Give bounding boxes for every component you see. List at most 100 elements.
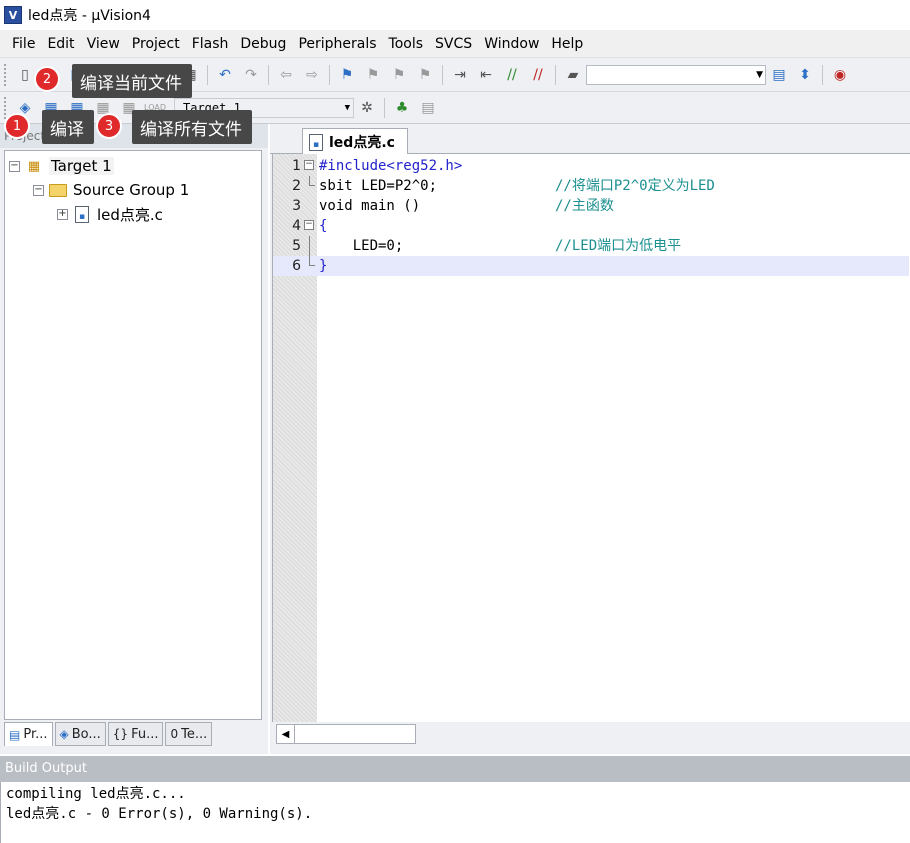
unindent-icon[interactable]: ⇤ <box>475 64 497 86</box>
fold-marker[interactable]: − <box>303 156 315 176</box>
tab-books[interactable]: ◈ Bo... <box>54 722 106 746</box>
toolbar-separator <box>329 64 330 85</box>
redo-icon[interactable]: ↷ <box>240 64 262 86</box>
project-panel: Project − ▦ Target 1 − Source Group 1 + … <box>0 124 268 754</box>
toolbar-grip[interactable] <box>4 63 8 86</box>
annotation-badge-2: 2 <box>34 66 60 92</box>
toolbar-separator <box>822 64 823 85</box>
code-comment: //LED端口为低电平 <box>555 238 682 254</box>
scroll-left-icon[interactable]: ◀ <box>277 725 295 743</box>
toolbar-separator <box>268 64 269 85</box>
select-packet-icon[interactable]: ▤ <box>417 97 439 119</box>
toolbar-separator <box>207 64 208 85</box>
tree-item-file[interactable]: + ▪ led点亮.c <box>57 203 163 225</box>
find-combo[interactable]: ▼ <box>586 64 766 85</box>
templates-tab-icon: 0 <box>170 727 179 741</box>
menu-edit[interactable]: Edit <box>41 30 80 58</box>
incremental-find-icon[interactable]: ⬍ <box>794 64 816 86</box>
menu-project[interactable]: Project <box>126 30 186 58</box>
window-title: led点亮 - μVision4 <box>28 8 151 24</box>
fold-marker[interactable]: − <box>303 216 315 236</box>
collapse-icon[interactable]: − <box>33 184 44 196</box>
fold-marker <box>303 196 315 216</box>
editor-area: ▪ led点亮.c 1 − #include<reg52.h> 2 sbit L… <box>270 124 910 754</box>
toolbar-grip[interactable] <box>4 96 8 119</box>
line-number: 5 <box>292 238 301 254</box>
fold-marker <box>303 236 315 256</box>
code-text: #include<reg52.h> <box>319 158 463 174</box>
menu-window[interactable]: Window <box>478 30 545 58</box>
project-panel-tabs: ▤ Pr... ◈ Bo... {} Fu... 0 Te... <box>0 722 268 748</box>
next-bookmark-icon[interactable]: ⚑ <box>388 64 410 86</box>
uncomment-icon[interactable]: // <box>527 64 549 86</box>
navigate-back-icon[interactable]: ⇦ <box>275 64 297 86</box>
clear-bookmarks-icon[interactable]: ⚑ <box>414 64 436 86</box>
code-text: } <box>319 258 328 274</box>
fold-marker <box>303 176 315 196</box>
code-line[interactable]: 1 − #include<reg52.h> <box>273 156 909 176</box>
tab-project-label: Pr... <box>23 727 48 742</box>
indent-icon[interactable]: ⇥ <box>449 64 471 86</box>
code-editor[interactable]: 1 − #include<reg52.h> 2 sbit LED=P2^0; //… <box>272 154 910 722</box>
c-file-icon: ▪ <box>309 133 323 151</box>
prev-bookmark-icon[interactable]: ⚑ <box>362 64 384 86</box>
toolbar-separator <box>384 97 385 118</box>
find-in-files-icon[interactable]: ▰ <box>562 64 584 86</box>
menu-view[interactable]: View <box>81 30 126 58</box>
tooltip-compile: 编译 <box>42 110 94 144</box>
menu-flash[interactable]: Flash <box>186 30 235 58</box>
menu-svcs[interactable]: SVCS <box>429 30 478 58</box>
menu-help[interactable]: Help <box>545 30 589 58</box>
menu-bar: File Edit View Project Flash Debug Perip… <box>0 30 910 58</box>
chevron-down-icon: ▼ <box>344 102 350 113</box>
expand-icon[interactable]: + <box>57 208 68 220</box>
editor-tab-led[interactable]: ▪ led点亮.c <box>302 128 408 155</box>
code-line[interactable]: 2 sbit LED=P2^0; //将端口P2^0定义为LED <box>273 176 909 196</box>
manage-components-icon[interactable]: ♣ <box>391 97 413 119</box>
target-options-icon[interactable]: ✲ <box>356 97 378 119</box>
toolbar-separator <box>442 64 443 85</box>
tree-item-source-group[interactable]: − Source Group 1 <box>33 179 189 201</box>
c-file-icon: ▪ <box>72 205 92 223</box>
tree-item-target-label: Target 1 <box>49 157 114 175</box>
code-line-current[interactable]: 6 } <box>273 256 909 276</box>
line-number: 3 <box>292 198 301 214</box>
code-comment: //将端口P2^0定义为LED <box>555 178 715 194</box>
code-line[interactable]: 5 LED=0; //LED端口为低电平 <box>273 236 909 256</box>
code-line[interactable]: 3 void main () //主函数 <box>273 196 909 216</box>
line-number: 1 <box>292 158 301 174</box>
target-icon: ▦ <box>27 158 41 174</box>
build-output-text[interactable]: compiling led点亮.c... led点亮.c - 0 Error(s… <box>0 782 910 843</box>
insert-bookmark-icon[interactable]: ⚑ <box>336 64 358 86</box>
folder-icon <box>48 182 68 199</box>
menu-tools[interactable]: Tools <box>383 30 430 58</box>
debug-session-icon[interactable]: ◉ <box>829 64 851 86</box>
find-icon[interactable]: ▤ <box>768 64 790 86</box>
code-line[interactable]: 4 − { <box>273 216 909 236</box>
tab-templates[interactable]: 0 Te... <box>165 722 213 746</box>
code-text: { <box>319 218 328 234</box>
collapse-icon[interactable]: − <box>9 160 20 172</box>
menu-file[interactable]: File <box>6 30 41 58</box>
editor-horizontal-scrollbar[interactable]: ◀ <box>276 724 416 744</box>
undo-icon[interactable]: ↶ <box>214 64 236 86</box>
toolbar-separator <box>555 64 556 85</box>
tree-item-target[interactable]: − ▦ Target 1 <box>9 155 114 177</box>
tree-item-file-label: led点亮.c <box>97 205 163 224</box>
line-number: 4 <box>292 218 301 234</box>
line-number: 6 <box>292 258 301 274</box>
tab-project[interactable]: ▤ Pr... <box>4 722 53 746</box>
code-text: LED=0; //LED端口为低电平 <box>315 236 905 256</box>
tab-functions[interactable]: {} Fu... <box>107 722 164 746</box>
chevron-down-icon: ▼ <box>756 69 763 80</box>
navigate-forward-icon[interactable]: ⇨ <box>301 64 323 86</box>
tab-books-label: Bo... <box>71 726 101 742</box>
menu-peripherals[interactable]: Peripherals <box>292 30 382 58</box>
code-statement: void main () <box>319 198 421 214</box>
new-file-icon[interactable]: ▯ <box>14 64 36 86</box>
comment-icon[interactable]: // <box>501 64 523 86</box>
annotation-badge-1: 1 <box>4 113 30 139</box>
code-text: sbit LED=P2^0; //将端口P2^0定义为LED <box>315 176 905 196</box>
code-text: void main () //主函数 <box>315 196 905 216</box>
menu-debug[interactable]: Debug <box>234 30 292 58</box>
